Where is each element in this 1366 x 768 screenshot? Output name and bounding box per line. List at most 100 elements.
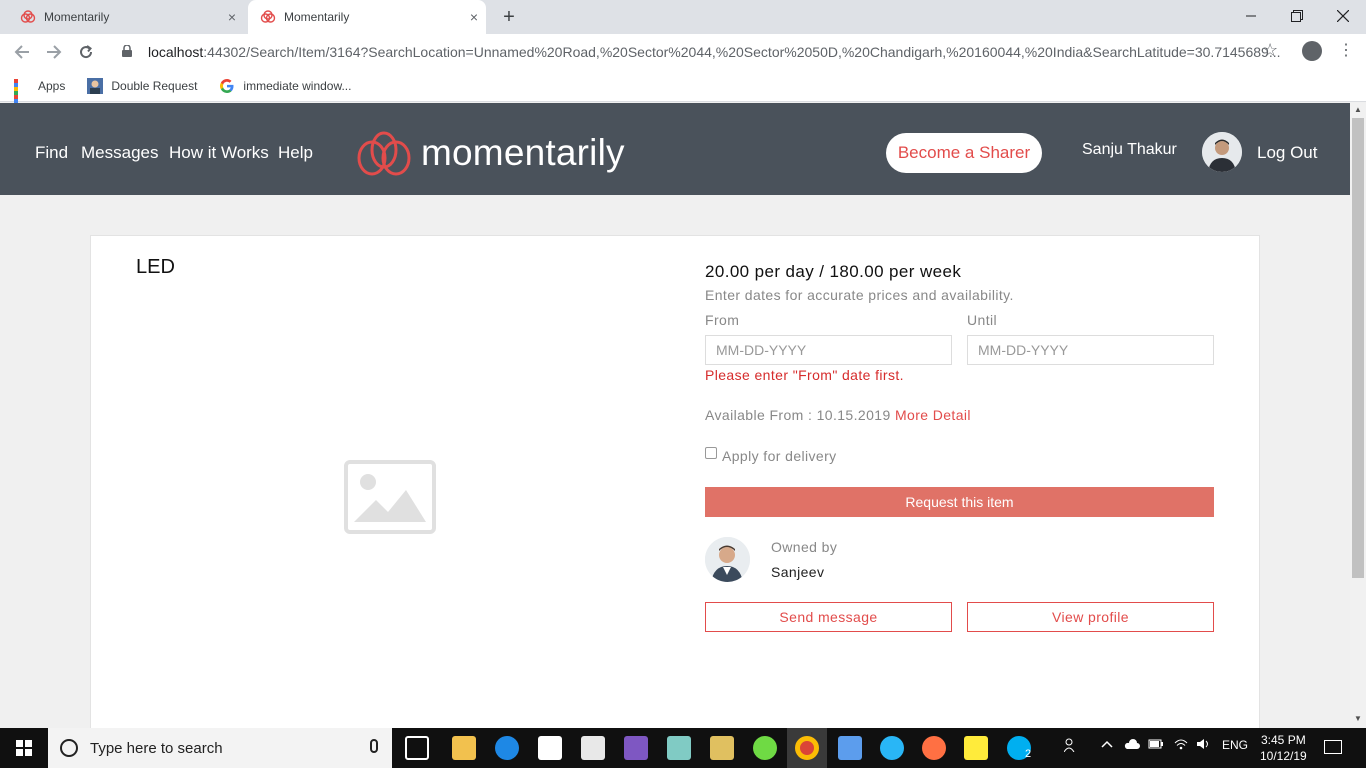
google-icon bbox=[219, 78, 235, 94]
user-name[interactable]: Sanju Thakur bbox=[1082, 141, 1177, 159]
bookmarks-bar: Apps Double Request immediate window... bbox=[0, 70, 1366, 115]
tab-title: Momentarily bbox=[284, 10, 350, 24]
browser-toolbar: localhost:44302/Search/Item/3164?SearchL… bbox=[0, 34, 1366, 70]
mail-icon[interactable] bbox=[581, 736, 605, 760]
url-path: :44302/Search/Item/3164?SearchLocation=U… bbox=[203, 44, 1281, 60]
wifi-icon[interactable] bbox=[1174, 738, 1188, 753]
momentarily-logo[interactable]: momentarily bbox=[355, 128, 625, 178]
new-tab-button[interactable]: + bbox=[498, 6, 520, 29]
momentarily-logo-icon bbox=[357, 131, 411, 176]
reload-icon[interactable] bbox=[74, 40, 98, 64]
item-card bbox=[90, 235, 1260, 728]
bookmark-label: Double Request bbox=[111, 78, 198, 93]
firefox-icon[interactable] bbox=[922, 736, 946, 760]
nav-how-it-works[interactable]: How it Works bbox=[169, 143, 269, 163]
item-price: 20.00 per day / 180.00 per week bbox=[705, 262, 962, 281]
taskbar-search[interactable]: Type here to search bbox=[48, 728, 392, 768]
store-icon[interactable] bbox=[538, 736, 562, 760]
until-label: Until bbox=[967, 312, 998, 328]
nav-messages[interactable]: Messages bbox=[81, 143, 158, 163]
task-view-icon[interactable] bbox=[405, 736, 429, 760]
skype-badge: 2 bbox=[1025, 748, 1032, 760]
item-title: LED bbox=[136, 256, 175, 278]
clock-time: 3:45 PM bbox=[1261, 733, 1306, 747]
logo-text: momentarily bbox=[421, 132, 625, 173]
scroll-up-arrow-icon[interactable]: ▲ bbox=[1350, 103, 1366, 117]
scroll-down-arrow-icon[interactable]: ▼ bbox=[1350, 712, 1366, 726]
date-hint: Enter dates for accurate prices and avai… bbox=[705, 287, 1014, 303]
notes-app-icon[interactable] bbox=[667, 736, 691, 760]
file-explorer-icon[interactable] bbox=[452, 736, 476, 760]
clock-date: 10/12/19 bbox=[1260, 749, 1307, 763]
bookmark-immediate-window[interactable]: immediate window... bbox=[219, 78, 351, 94]
until-date-input[interactable] bbox=[967, 335, 1214, 365]
more-detail-link[interactable]: More Detail bbox=[895, 407, 971, 423]
avatar-icon bbox=[87, 77, 104, 94]
tab-close-icon[interactable]: × bbox=[220, 9, 244, 25]
momentarily-favicon-icon bbox=[20, 9, 36, 25]
browser-tab[interactable]: Momentarily × bbox=[8, 0, 244, 34]
from-date-error: Please enter "From" date first. bbox=[705, 367, 904, 383]
logout-link[interactable]: Log Out bbox=[1257, 143, 1318, 163]
bookmark-apps[interactable]: Apps bbox=[14, 78, 66, 115]
lock-icon bbox=[122, 43, 138, 60]
menu-kebab-icon[interactable]: ⋮ bbox=[1338, 40, 1354, 60]
restore-icon[interactable] bbox=[1274, 0, 1320, 32]
address-bar[interactable]: localhost:44302/Search/Item/3164?SearchL… bbox=[110, 38, 1290, 66]
available-from-label: Available From : 10.15.2019 bbox=[705, 407, 891, 423]
upwork-icon[interactable] bbox=[753, 736, 777, 760]
system-clock[interactable]: 3:45 PM 10/12/19 bbox=[1260, 732, 1307, 764]
browser-tab-active[interactable]: Momentarily × bbox=[248, 0, 486, 34]
delivery-option[interactable]: Apply for delivery bbox=[705, 447, 837, 464]
delivery-label: Apply for delivery bbox=[722, 448, 837, 464]
onedrive-icon[interactable] bbox=[1124, 738, 1140, 753]
availability-text: Available From : 10.15.2019 More Detail bbox=[705, 407, 971, 423]
from-date-input[interactable] bbox=[705, 335, 952, 365]
network-tool-icon[interactable] bbox=[838, 736, 862, 760]
people-icon[interactable] bbox=[1063, 738, 1078, 755]
owner-name: Sanjeev bbox=[771, 564, 825, 580]
nav-help[interactable]: Help bbox=[278, 143, 313, 163]
user-avatar[interactable] bbox=[1202, 132, 1242, 172]
from-label: From bbox=[705, 312, 740, 328]
bookmark-label: immediate window... bbox=[243, 78, 352, 93]
request-item-button[interactable]: Request this item bbox=[705, 487, 1214, 517]
view-profile-button[interactable]: View profile bbox=[967, 602, 1214, 632]
tab-title: Momentarily bbox=[44, 10, 110, 24]
bookmark-double-request[interactable]: Double Request bbox=[87, 77, 198, 94]
volume-icon[interactable] bbox=[1196, 738, 1210, 753]
momentarily-favicon-icon bbox=[260, 9, 276, 25]
internet-explorer-icon[interactable] bbox=[880, 736, 904, 760]
tray-chevron-up-icon[interactable] bbox=[1101, 738, 1113, 753]
windows-start-icon[interactable] bbox=[0, 728, 48, 768]
minimize-icon[interactable] bbox=[1228, 0, 1274, 32]
database-tool-icon[interactable] bbox=[710, 736, 734, 760]
sticky-notes-icon[interactable] bbox=[964, 736, 988, 760]
close-window-icon[interactable] bbox=[1320, 0, 1366, 32]
bookmark-star-icon[interactable]: ☆ bbox=[1262, 40, 1278, 61]
scroll-thumb[interactable] bbox=[1352, 118, 1364, 578]
language-indicator[interactable]: ENG bbox=[1222, 738, 1248, 752]
url-host: localhost bbox=[148, 44, 204, 60]
edge-icon[interactable] bbox=[495, 736, 519, 760]
apps-grid-icon bbox=[14, 78, 30, 115]
action-center-icon[interactable] bbox=[1324, 740, 1342, 754]
cortana-icon bbox=[60, 739, 78, 757]
visual-studio-icon[interactable] bbox=[624, 736, 648, 760]
battery-icon[interactable] bbox=[1148, 738, 1164, 753]
bookmark-label: Apps bbox=[38, 78, 66, 93]
owner-avatar[interactable] bbox=[705, 537, 750, 582]
taskbar-search-placeholder: Type here to search bbox=[90, 739, 223, 757]
back-arrow-icon[interactable] bbox=[10, 40, 34, 64]
account-icon[interactable] bbox=[1302, 41, 1322, 61]
delivery-checkbox[interactable] bbox=[705, 447, 717, 459]
tab-close-icon[interactable]: × bbox=[462, 9, 486, 25]
become-sharer-button[interactable]: Become a Sharer bbox=[886, 133, 1042, 173]
send-message-button[interactable]: Send message bbox=[705, 602, 952, 632]
owned-by-label: Owned by bbox=[771, 539, 838, 555]
chrome-icon[interactable] bbox=[795, 736, 819, 760]
image-placeholder-icon bbox=[344, 460, 436, 539]
nav-find[interactable]: Find bbox=[35, 143, 68, 163]
microphone-icon[interactable] bbox=[370, 739, 378, 753]
forward-arrow-icon[interactable] bbox=[42, 40, 66, 64]
